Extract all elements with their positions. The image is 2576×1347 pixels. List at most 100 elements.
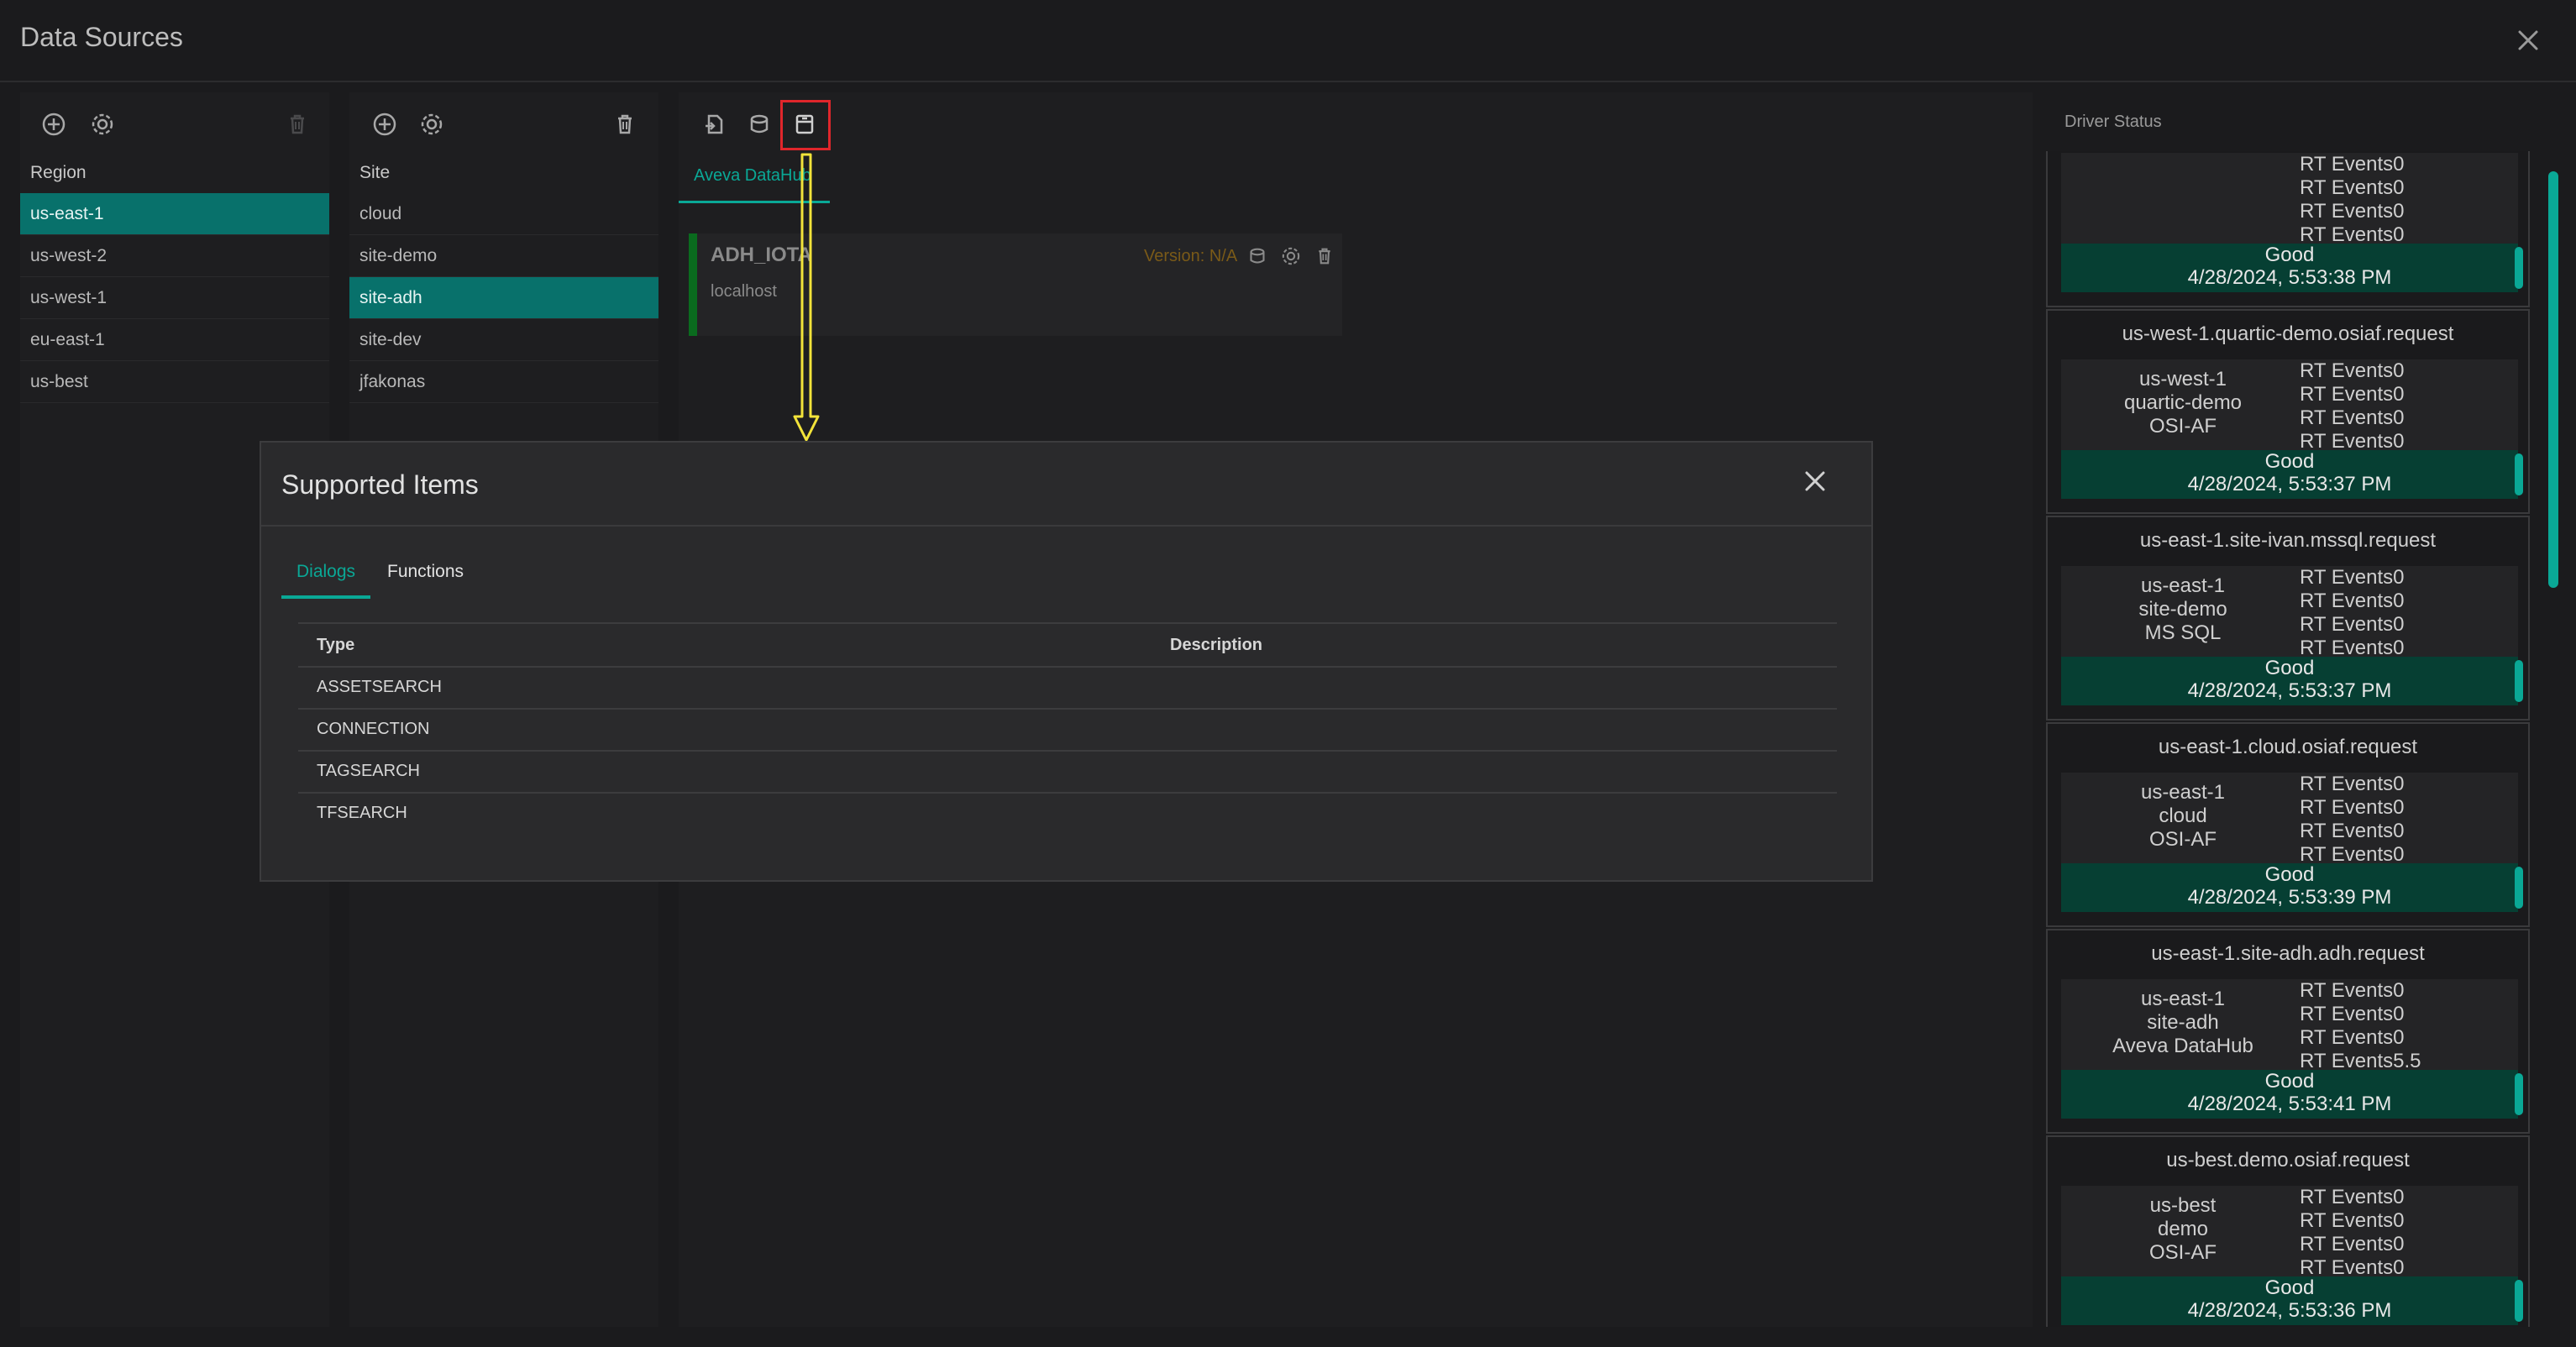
table-divider <box>298 708 1837 710</box>
status-footer: Good 4/28/2024, 5:53:41 PM <box>2061 1070 2518 1119</box>
modal-close-button[interactable] <box>1798 464 1832 498</box>
info-type: OSI-AF <box>2148 1241 2217 1264</box>
status-time: 4/28/2024, 5:53:36 PM <box>2187 1299 2392 1322</box>
event-count: RT Events0 <box>2300 613 2405 636</box>
event-list: RT Events0 RT Events0 RT Events0 RT Even… <box>2300 1186 2405 1280</box>
import-driver-button[interactable] <box>699 109 729 139</box>
delete-icon[interactable] <box>1312 244 1337 269</box>
region-item[interactable]: us-west-1 <box>20 277 329 319</box>
table-top-border <box>298 622 1837 624</box>
table-divider <box>298 792 1837 794</box>
database-icon[interactable] <box>1245 244 1270 269</box>
info-site: site-demo <box>2138 598 2227 621</box>
table-row: TFSEARCH <box>317 804 407 822</box>
modal-title: Supported Items <box>281 469 479 500</box>
settings-icon <box>421 113 443 135</box>
delete-icon <box>618 114 632 134</box>
status-card-body: RT Events0 RT Events0 RT Events0 RT Even… <box>2061 153 2518 247</box>
close-icon[interactable] <box>2511 24 2545 57</box>
info-type: OSI-AF <box>2148 415 2217 438</box>
event-list: RT Events0 RT Events0 RT Events0 RT Even… <box>2300 566 2405 660</box>
delete-region-button[interactable] <box>282 109 312 139</box>
status-card-title: us-best.demo.osiaf.request <box>2166 1149 2410 1171</box>
table-row: TAGSEARCH <box>317 762 420 780</box>
status-card-title: us-east-1.site-adh.adh.request <box>2151 942 2425 965</box>
status-card-title: us-west-1.quartic-demo.osiaf.request <box>2122 322 2454 345</box>
region-item[interactable]: us-best <box>20 361 329 403</box>
region-item[interactable]: us-west-2 <box>20 235 329 277</box>
status-time: 4/28/2024, 5:53:41 PM <box>2187 1093 2392 1115</box>
status-text: Good <box>2264 1276 2315 1299</box>
region-settings-button[interactable] <box>87 109 118 139</box>
status-footer: Good 4/28/2024, 5:53:39 PM <box>2061 863 2518 912</box>
region-item[interactable]: eu-east-1 <box>20 319 329 361</box>
status-time: 4/28/2024, 5:53:37 PM <box>2187 473 2392 495</box>
status-text: Good <box>2264 657 2315 679</box>
event-count: RT Events0 <box>2300 406 2405 429</box>
info-site: site-adh <box>2147 1011 2219 1034</box>
delete-site-button[interactable] <box>610 109 640 139</box>
settings-icon[interactable] <box>1278 244 1304 269</box>
table-row: ASSETSEARCH <box>317 678 442 696</box>
annotation-arrow <box>793 153 820 442</box>
event-count: RT Events0 <box>2300 796 2405 819</box>
site-item[interactable]: site-dev <box>349 319 658 361</box>
add-region-button[interactable] <box>39 109 69 139</box>
add-icon <box>373 113 396 136</box>
column-header-type: Type <box>317 636 355 654</box>
status-card-body: us-east-1 site-adh Aveva DataHub RT Even… <box>2061 979 2518 1072</box>
site-settings-button[interactable] <box>417 109 447 139</box>
tab-dialogs[interactable]: Dialogs <box>281 552 370 599</box>
region-item[interactable]: us-east-1 <box>20 193 329 235</box>
add-site-button[interactable] <box>370 109 400 139</box>
event-count: RT Events0 <box>2300 566 2405 589</box>
driver-card[interactable]: ADH_IOTA localhost Version: N/A <box>689 233 1342 336</box>
status-indicator <box>2515 867 2523 909</box>
supported-items-modal: Supported Items Dialogs Functions Type D… <box>260 441 1873 882</box>
status-time: 4/28/2024, 5:53:38 PM <box>2187 266 2392 289</box>
table-divider <box>298 666 1837 668</box>
column-header-description: Description <box>1170 636 1263 654</box>
status-text: Good <box>2264 863 2315 886</box>
dialog-title: Data Sources <box>20 22 183 52</box>
info-site: demo <box>2157 1218 2209 1240</box>
status-indicator <box>2515 660 2523 702</box>
event-count: RT Events0 <box>2300 979 2405 1002</box>
driver-version: Version: N/A <box>1144 247 1238 265</box>
close-icon <box>1805 471 1825 491</box>
import-icon <box>706 114 723 134</box>
info-site: cloud <box>2159 805 2207 827</box>
event-count: RT Events0 <box>2300 820 2405 842</box>
status-scrollbar[interactable] <box>2548 171 2558 588</box>
event-count: RT Events0 <box>2300 383 2405 406</box>
status-text: Good <box>2264 244 2315 266</box>
status-footer: Good 4/28/2024, 5:53:36 PM <box>2061 1276 2518 1325</box>
site-list: cloud site-demo site-adh site-dev jfakon… <box>349 193 658 403</box>
source-info: us-east-1 cloud OSI-AF <box>2061 781 2305 852</box>
event-count: RT Events0 <box>2300 1209 2405 1232</box>
status-card-body: us-west-1 quartic-demo OSI-AF RT Events0… <box>2061 359 2518 453</box>
database-button[interactable] <box>744 109 774 139</box>
site-item[interactable]: site-demo <box>349 235 658 277</box>
status-card: us-best.demo.osiaf.request us-best demo … <box>2046 1135 2530 1327</box>
event-count: RT Events0 <box>2300 176 2405 199</box>
status-card-body: us-best demo OSI-AF RT Events0 RT Events… <box>2061 1186 2518 1279</box>
source-info: us-east-1 site-demo MS SQL <box>2061 574 2305 645</box>
event-list: RT Events0 RT Events0 RT Events0 RT Even… <box>2300 153 2405 247</box>
status-card: us-west-1.quartic-demo.osiaf.request us-… <box>2046 309 2530 514</box>
event-count: RT Events0 <box>2300 1003 2405 1025</box>
site-item[interactable]: cloud <box>349 193 658 235</box>
site-item[interactable]: site-adh <box>349 277 658 319</box>
driver-status-list: RT Events0 RT Events0 RT Events0 RT Even… <box>2046 151 2531 1327</box>
modal-header-divider <box>261 525 1871 527</box>
tab-functions[interactable]: Functions <box>379 552 480 599</box>
status-indicator <box>2515 247 2523 289</box>
status-footer: Good 4/28/2024, 5:53:38 PM <box>2061 244 2518 292</box>
event-count: RT Events0 <box>2300 1026 2405 1049</box>
status-time: 4/28/2024, 5:53:39 PM <box>2187 886 2392 909</box>
site-item[interactable]: jfakonas <box>349 361 658 403</box>
tab-label: Dialogs <box>296 562 356 581</box>
source-info: us-best demo OSI-AF <box>2061 1194 2305 1265</box>
status-card: us-east-1.site-adh.adh.request us-east-1… <box>2046 929 2530 1134</box>
event-count: RT Events0 <box>2300 200 2405 223</box>
